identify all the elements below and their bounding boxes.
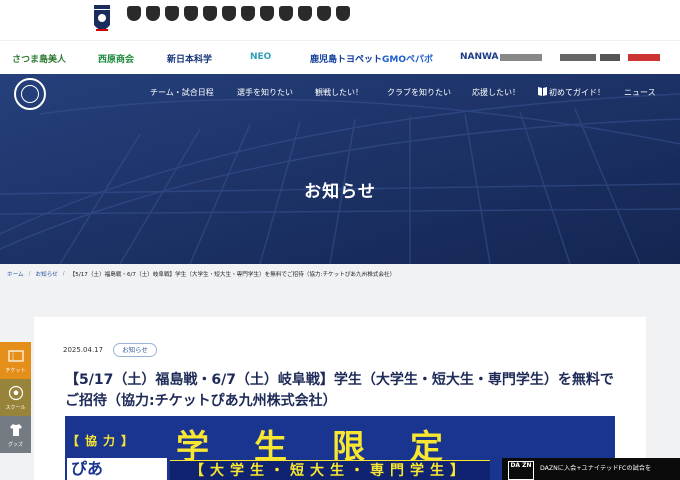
sponsor-small-logos[interactable] [500,48,670,68]
sponsor-logo[interactable]: NANWA [460,52,499,62]
club-crest-icon[interactable] [298,6,312,21]
league-bar [0,0,680,40]
club-crest-icon[interactable] [222,6,236,21]
page-title: お知らせ [304,182,376,202]
breadcrumb-current: 【5/17（土）福島戦・6/7（土）岐阜戦】学生（大学生・短大生・専門学生）を無… [69,272,396,278]
club-crest-icon[interactable] [146,6,160,21]
ticket-button[interactable]: チケット [0,342,31,379]
nav-item[interactable]: ニュース [624,87,656,98]
nav-item[interactable]: 初めてガイド！ [549,87,605,98]
breadcrumb-separator: / [62,271,65,277]
club-crest-icon[interactable] [203,6,217,21]
nav-item[interactable]: 応援したい！ [472,87,520,98]
school-button[interactable]: スクール [0,379,31,416]
club-crest-icon[interactable] [336,6,350,21]
stadium-background [0,74,680,264]
ticket-button-label: チケット [5,368,26,374]
breadcrumb-separator: / [28,271,31,277]
breadcrumb-home[interactable]: ホーム [7,270,24,278]
page-header [0,74,680,264]
goods-button[interactable]: グッズ [0,416,31,453]
school-button-label: スクール [5,405,26,411]
article-date: 2025.04.17 [63,346,104,354]
club-logos [127,6,350,21]
article-title: 【5/17（土）福島戦・6/7（土）岐阜戦】学生（大学生・短大生・専門学生）を無… [65,372,614,409]
jleague-logo[interactable] [93,5,111,35]
ticket-icon [7,350,24,362]
nav-item[interactable]: チーム・試合日程 [150,87,214,98]
pia-logo: ぴあ [67,458,167,480]
club-logo[interactable] [14,78,46,110]
sponsor-logo[interactable]: 鹿児島トヨペット [310,52,382,65]
article-tag[interactable]: お知らせ [113,343,157,357]
club-crest-icon[interactable] [165,6,179,21]
shirt-icon [9,424,22,436]
dazn-logo: DA ZN [508,461,534,480]
club-crest-icon[interactable] [279,6,293,21]
club-crest-icon[interactable] [184,6,198,21]
sponsor-logo[interactable]: NEO [250,52,271,62]
club-crest-icon[interactable] [241,6,255,21]
nav-item[interactable]: 観戦したい！ [315,87,363,98]
nav-item[interactable]: 選手を知りたい [237,87,293,98]
soccer-ball-icon [8,385,23,401]
breadcrumb-news[interactable]: お知らせ [36,270,58,278]
sponsor-logo[interactable]: さつま島美人 [12,52,66,65]
book-icon [538,87,547,96]
nav-item[interactable]: クラブを知りたい [387,87,451,98]
dazn-ad-text: DAZNに入会+ユナイテッドFCの試合を [540,465,652,472]
sponsor-logo[interactable]: 新日本科学 [167,52,212,65]
goods-button-label: グッズ [7,442,23,448]
banner-cooperation-label: 【協力】 [67,434,140,448]
banner-subline: 【大学生・短大生・専門学生】 [170,460,490,480]
club-crest-icon[interactable] [127,6,141,21]
sponsor-logo[interactable]: GMOペパボ [382,52,433,65]
club-crest-icon[interactable] [260,6,274,21]
breadcrumb: ホーム / お知らせ / 【5/17（土）福島戦・6/7（土）岐阜戦】学生（大学… [0,264,680,284]
club-crest-icon[interactable] [317,6,331,21]
sponsor-logo[interactable]: 西原商会 [98,52,134,65]
